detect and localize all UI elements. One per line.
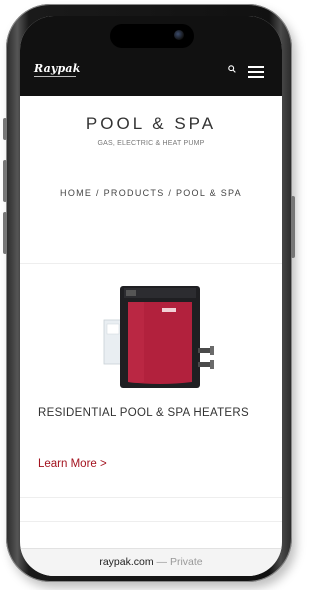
section-divider bbox=[20, 521, 282, 522]
address-separator: — bbox=[153, 556, 170, 568]
action-button bbox=[3, 118, 7, 140]
breadcrumb: HOME / PRODUCTS / POOL & SPA bbox=[20, 188, 282, 198]
breadcrumb-separator: / bbox=[164, 188, 176, 198]
logo-underline bbox=[34, 76, 76, 77]
private-mode-label: Private bbox=[169, 556, 203, 568]
phone-screen: Raypak POOL & SPA GAS, ELECTRIC & HEAT P… bbox=[20, 16, 282, 576]
site-header: Raypak bbox=[20, 16, 282, 96]
learn-more-link[interactable]: Learn More > bbox=[38, 458, 107, 470]
search-icon[interactable] bbox=[228, 65, 236, 73]
camera-icon bbox=[174, 30, 184, 40]
page-subtitle: GAS, ELECTRIC & HEAT PUMP bbox=[97, 140, 205, 147]
breadcrumb-current: POOL & SPA bbox=[175, 188, 242, 198]
address-url: raypak.com bbox=[99, 556, 154, 568]
breadcrumb-products[interactable]: PRODUCTS bbox=[104, 188, 165, 198]
breadcrumb-separator: / bbox=[92, 188, 104, 198]
volume-down-button bbox=[3, 212, 7, 254]
heater-product-image[interactable] bbox=[94, 278, 224, 392]
product-title[interactable]: RESIDENTIAL POOL & SPA HEATERS bbox=[38, 402, 258, 424]
raypak-logo[interactable]: Raypak bbox=[34, 62, 81, 75]
section-divider bbox=[20, 263, 282, 264]
page-title: POOL & SPA bbox=[85, 114, 217, 133]
dynamic-island bbox=[110, 24, 194, 48]
section-divider bbox=[20, 497, 282, 498]
browser-address-bar[interactable]: raypak.com — Private bbox=[20, 548, 282, 576]
hamburger-menu-icon[interactable] bbox=[248, 66, 264, 78]
volume-up-button bbox=[3, 160, 7, 202]
breadcrumb-home[interactable]: HOME bbox=[60, 188, 92, 198]
power-button bbox=[291, 196, 295, 258]
page: Raypak POOL & SPA GAS, ELECTRIC & HEAT P… bbox=[0, 0, 315, 590]
